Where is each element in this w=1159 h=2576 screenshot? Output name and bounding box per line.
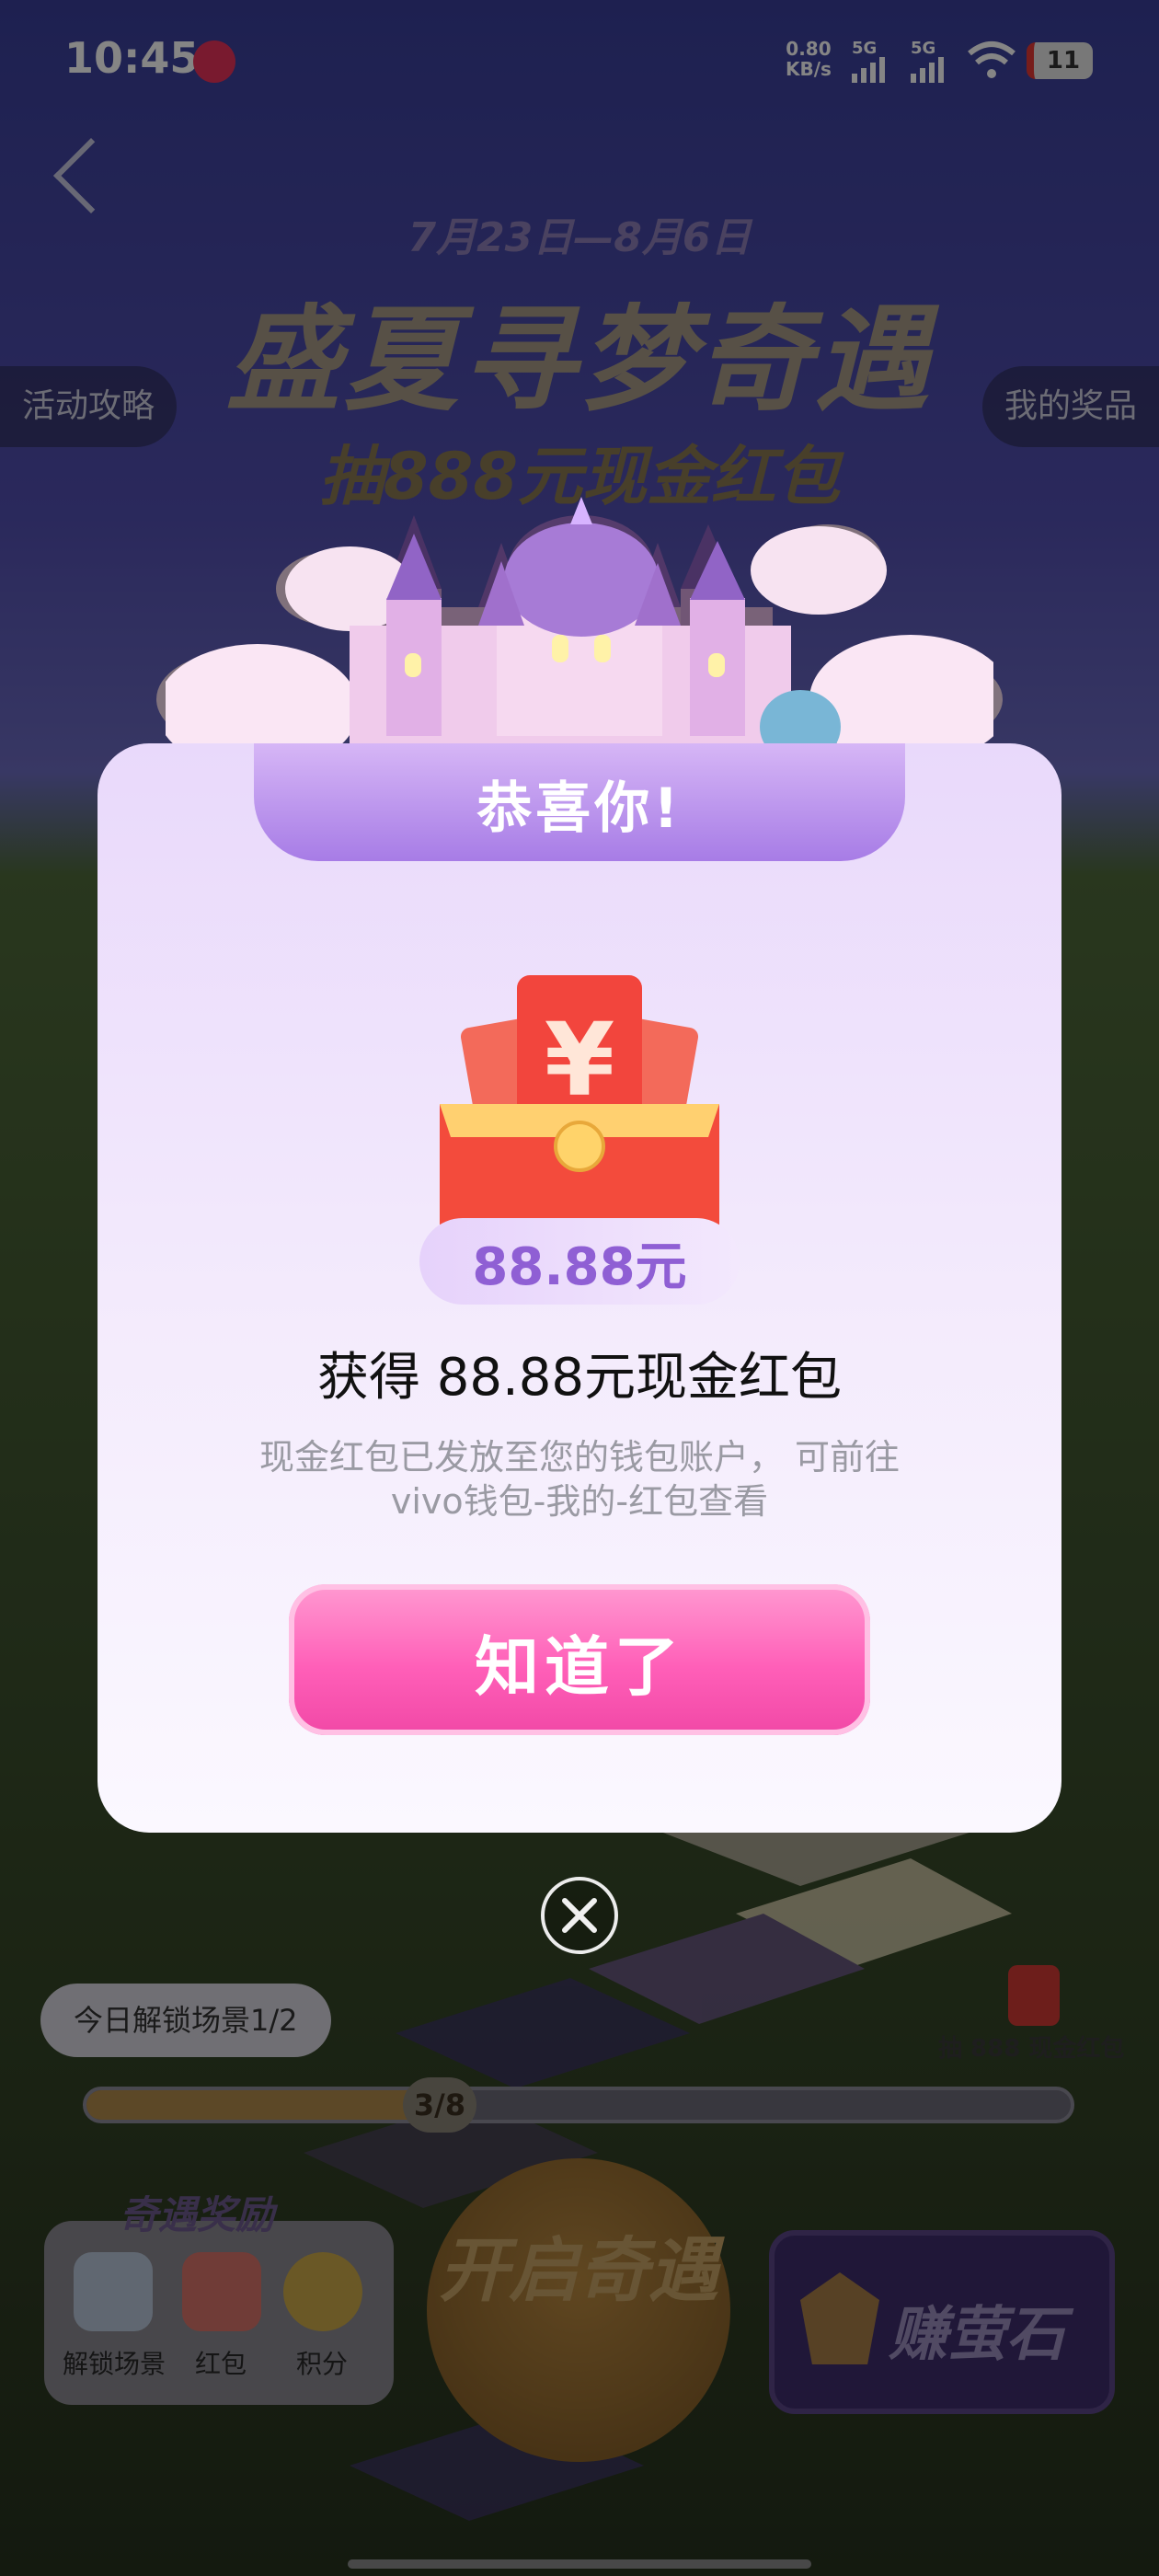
castle-illustration: [166, 497, 993, 773]
reward-description: 现金红包已发放至您的钱包账户， 可前往 vivo钱包-我的-红包查看: [189, 1435, 970, 1524]
description-line-1: 现金红包已发放至您的钱包账户， 可前往: [258, 1437, 901, 1478]
close-icon: [562, 1898, 597, 1933]
amount-text: 88.88元: [472, 1237, 687, 1297]
svg-text:¥: ¥: [545, 1001, 615, 1119]
red-envelope-icon: ¥: [440, 975, 719, 1238]
description-line-2: vivo钱包-我的-红包查看: [390, 1481, 769, 1522]
close-dialog-button[interactable]: [541, 1877, 618, 1954]
reward-result-text: 获得 88.88元现金红包: [316, 1348, 843, 1408]
dialog-title: 恭喜你!: [476, 776, 683, 841]
got-it-label: 知道了: [475, 1629, 684, 1705]
